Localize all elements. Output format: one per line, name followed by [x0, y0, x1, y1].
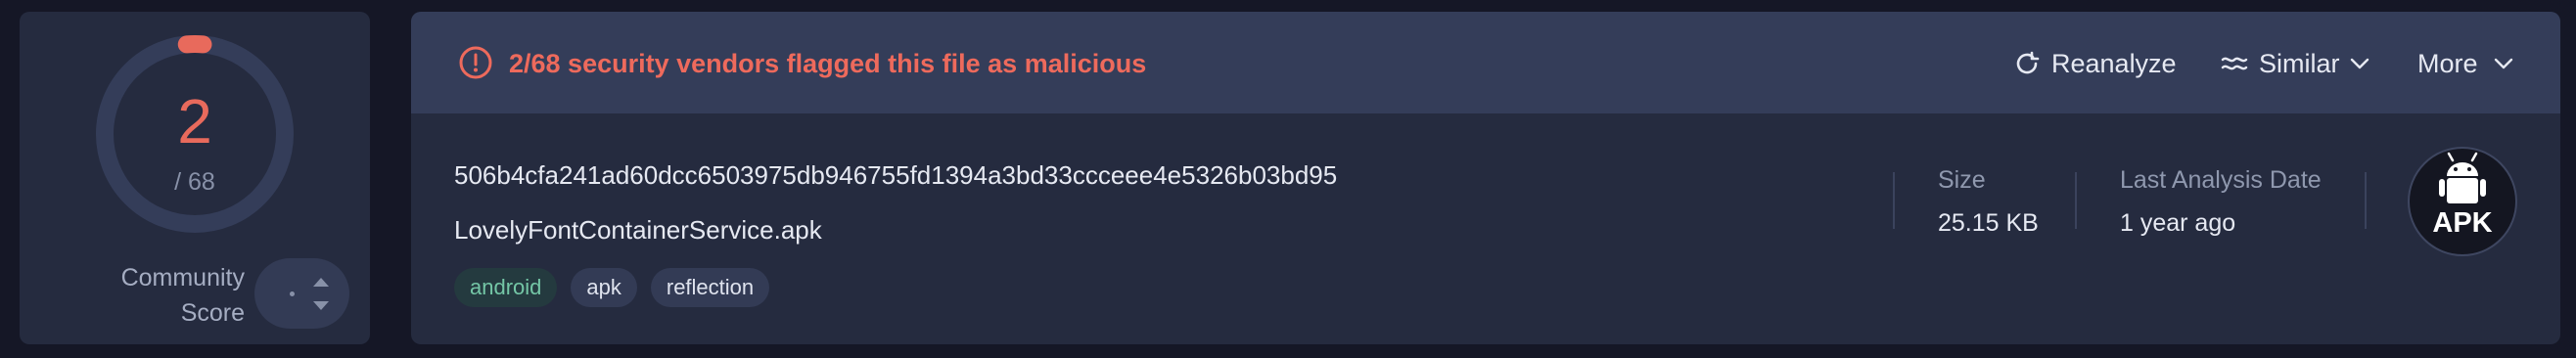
refresh-icon — [2016, 51, 2040, 74]
detection-total: / 68 — [174, 168, 215, 196]
similar-icon — [2221, 57, 2248, 70]
more-dropdown[interactable]: More — [2417, 47, 2515, 80]
file-tags: android apk reflection — [454, 268, 770, 307]
divider — [1893, 172, 1895, 229]
alert-circle-icon — [459, 46, 492, 79]
file-summary-card: 2/68 security vendors flagged this file … — [411, 12, 2560, 344]
tag-reflection[interactable]: reflection — [650, 268, 770, 307]
similar-dropdown[interactable]: Similar — [2220, 47, 2371, 80]
detection-alert-text: 2/68 security vendors flagged this file … — [509, 49, 1147, 78]
last-analysis-date-value: 1 year ago — [2120, 209, 2236, 237]
community-score-vote[interactable] — [254, 258, 349, 329]
file-name: LovelyFontContainerService.apk — [454, 215, 822, 245]
divider — [2075, 172, 2077, 229]
chevron-down-icon — [2494, 58, 2512, 69]
reanalyze-button[interactable]: Reanalyze — [2012, 47, 2177, 80]
detection-score-card: 2 / 68 Community Score — [20, 12, 370, 344]
tag-android[interactable]: android — [454, 268, 558, 307]
chevron-down-icon — [2350, 58, 2369, 69]
tag-apk[interactable]: apk — [571, 268, 637, 307]
divider — [2365, 172, 2367, 229]
upvote-icon[interactable] — [313, 278, 329, 287]
last-analysis-date-label: Last Analysis Date — [2120, 166, 2322, 194]
downvote-icon[interactable] — [313, 301, 329, 310]
community-score-value-dot — [290, 291, 295, 296]
file-type-label: APK — [2432, 207, 2493, 239]
file-type-badge: APK — [2408, 147, 2517, 256]
file-hash[interactable]: 506b4cfa241ad60dcc6503975db946755fd1394a… — [454, 160, 1337, 191]
detection-banner: 2/68 security vendors flagged this file … — [411, 12, 2560, 113]
size-value: 25.15 KB — [1938, 209, 2039, 237]
detection-count: 2 — [177, 86, 212, 157]
size-label: Size — [1938, 166, 1986, 194]
community-score-label: Community Score — [120, 264, 245, 327]
